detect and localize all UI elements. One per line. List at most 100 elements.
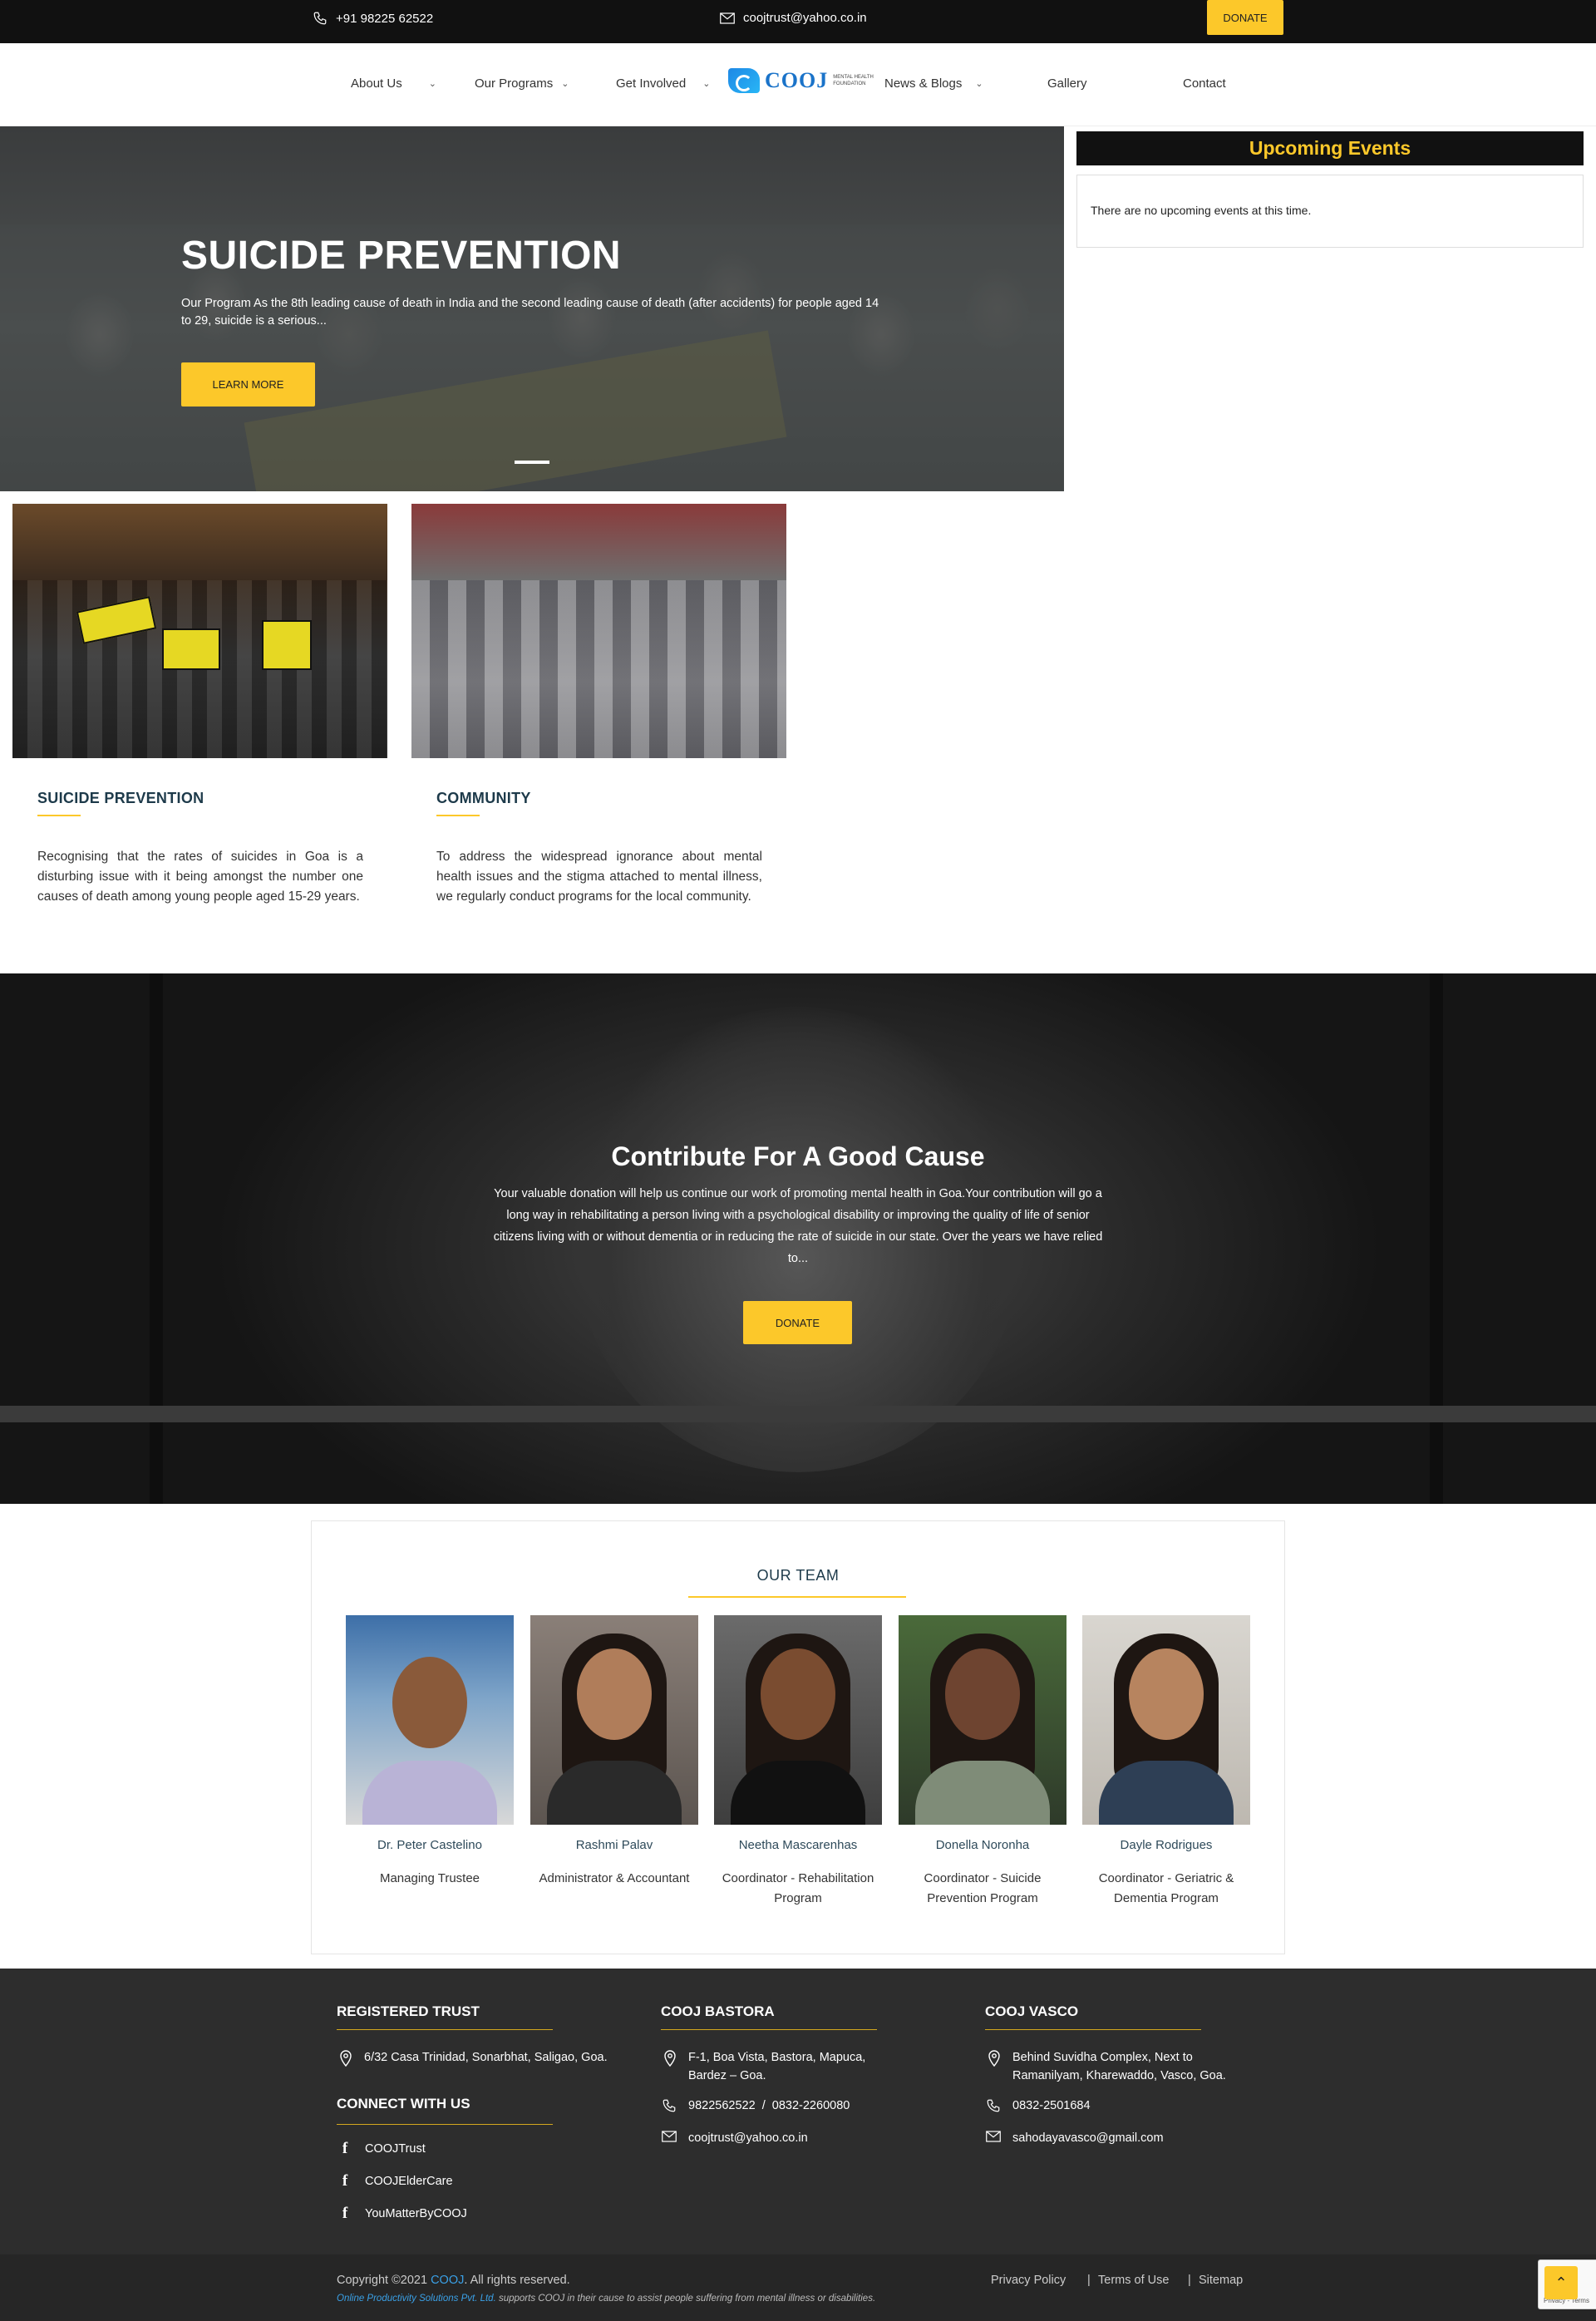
top-bar: +91 98225 62522 coojtrust@yahoo.co.in DO…	[0, 0, 1596, 43]
address-text: F-1, Boa Vista, Bastora, Mapuca, Bardez …	[688, 2051, 866, 2082]
chevron-down-icon: ⌄	[561, 79, 569, 89]
facebook-icon: f	[342, 2172, 348, 2190]
nav-our-programs[interactable]: Our Programs ⌄	[475, 76, 569, 91]
ops-brand-link[interactable]: Online Productivity Solutions Pvt. Ltd.	[337, 2294, 496, 2304]
nav-news-blogs[interactable]: News & Blogs ⌄	[884, 76, 983, 91]
team-member: Donella Noronha Coordinator - Suicide Pr…	[899, 1615, 1066, 1909]
donate-button-top[interactable]: DONATE	[1207, 0, 1283, 35]
team-member-role: Coordinator - Rehabilitation Program	[722, 1871, 874, 1905]
photo-body	[1099, 1761, 1234, 1825]
contribute-title: Contribute For A Good Cause	[611, 1141, 985, 1171]
footer-link-divider: |	[1087, 2274, 1091, 2287]
facebook-link[interactable]: f COOJElderCare	[337, 2172, 453, 2190]
facebook-link[interactable]: f COOJTrust	[337, 2140, 426, 2158]
footer-registered-address: 6/32 Casa Trinidad, Sonarbhat, Saligao, …	[339, 2048, 655, 2072]
team-member-role: Administrator & Accountant	[539, 1871, 690, 1885]
team-member-name: Neetha Mascarenhas	[738, 1838, 858, 1852]
scroll-to-top-button[interactable]: ⌃	[1544, 2266, 1578, 2299]
nav-get-involved[interactable]: Get Involved ⌄	[616, 76, 710, 91]
upcoming-events-empty: There are no upcoming events at this tim…	[1076, 175, 1584, 248]
footer: REGISTERED TRUST 6/32 Casa Trinidad, Son…	[0, 1969, 1596, 2254]
team-member: Rashmi Palav Administrator & Accountant	[530, 1615, 698, 1889]
photo-sign	[162, 628, 220, 670]
footer-vasco-title: COOJ VASCO	[985, 2003, 1079, 2019]
location-pin-icon	[988, 2048, 1001, 2072]
footer-underline	[337, 2124, 553, 2125]
phone-icon	[986, 2097, 1001, 2119]
top-phone[interactable]: +91 98225 62522	[313, 11, 433, 26]
team-member: Neetha Mascarenhas Coordinator - Rehabil…	[714, 1615, 882, 1909]
team-member-name: Dayle Rodrigues	[1120, 1838, 1213, 1852]
slider-indicator[interactable]	[515, 461, 549, 464]
team-photo[interactable]	[530, 1615, 698, 1825]
footer-vasco-email[interactable]: sahodayavasco@gmail.com	[986, 2129, 1164, 2148]
footer-link-terms[interactable]: Terms of Use	[1098, 2274, 1169, 2287]
nav-label: About Us	[351, 76, 402, 91]
team-photo[interactable]	[899, 1615, 1066, 1825]
nav-label: Contact	[1183, 76, 1226, 91]
copyright-suffix: . All rights reserved.	[464, 2274, 570, 2287]
top-email[interactable]: coojtrust@yahoo.co.in	[720, 11, 867, 25]
footer-bastora-email[interactable]: coojtrust@yahoo.co.in	[662, 2129, 808, 2148]
copyright-prefix: Copyright ©2021	[337, 2274, 431, 2287]
team-member-role: Coordinator - Suicide Prevention Program	[924, 1871, 1042, 1905]
mail-icon	[720, 12, 735, 24]
team-photo[interactable]	[1082, 1615, 1250, 1825]
logo-tagline: Mental Health Foundation	[833, 75, 874, 86]
footer-connect-title: CONNECT WITH US	[337, 2096, 470, 2112]
team-photo[interactable]	[346, 1615, 514, 1825]
photo-face	[761, 1648, 835, 1740]
team-photo[interactable]	[714, 1615, 882, 1825]
team-member-name: Donella Noronha	[935, 1838, 1030, 1852]
chevron-up-icon: ⌃	[1554, 2274, 1568, 2291]
learn-more-button[interactable]: LEARN MORE	[181, 362, 315, 407]
photo-body	[731, 1761, 865, 1825]
footer-bastora-phone[interactable]: 9822562522 / 0832-2260080	[662, 2097, 850, 2119]
team-member: Dayle Rodrigues Coordinator - Geriatric …	[1082, 1615, 1250, 1909]
top-email-text: coojtrust@yahoo.co.in	[743, 11, 867, 25]
mail-icon	[662, 2129, 677, 2148]
copyright-brand-link[interactable]: COOJ	[431, 2274, 464, 2287]
program-title-community[interactable]: COMMUNITY	[436, 790, 531, 807]
photo-face	[945, 1648, 1020, 1740]
footer-link-sitemap[interactable]: Sitemap	[1199, 2274, 1243, 2287]
chevron-down-icon: ⌄	[702, 79, 711, 89]
nav-gallery[interactable]: Gallery	[1047, 76, 1087, 91]
photo-face	[1129, 1648, 1204, 1740]
photo-body	[362, 1761, 497, 1825]
facebook-link[interactable]: f YouMatterByCOOJ	[337, 2205, 467, 2223]
phone-icon	[662, 2097, 677, 2119]
team-member-role: Managing Trustee	[379, 1871, 480, 1885]
footer-registered-title: REGISTERED TRUST	[337, 2003, 480, 2019]
footer-underline	[337, 2029, 553, 2030]
program-underline	[436, 815, 480, 816]
top-phone-text: +91 98225 62522	[336, 11, 434, 26]
site-logo[interactable]: COOJ Mental Health Foundation	[728, 68, 879, 93]
program-image-suicide-prevention[interactable]	[12, 504, 387, 758]
email-text: coojtrust@yahoo.co.in	[688, 2131, 808, 2145]
hero-slider: SUICIDE PREVENTION Our Program As the 8t…	[0, 126, 1064, 491]
mail-icon	[986, 2129, 1001, 2148]
contribute-section: Contribute For A Good Cause Your valuabl…	[0, 973, 1596, 1504]
program-image-community[interactable]	[411, 504, 786, 758]
nav-label: Gallery	[1047, 76, 1087, 91]
donate-button[interactable]: DONATE	[743, 1301, 852, 1344]
team-member: Dr. Peter Castelino Managing Trustee	[346, 1615, 514, 1889]
phone-text: 9822562522 / 0832-2260080	[688, 2099, 850, 2112]
program-title-suicide-prevention[interactable]: SUICIDE PREVENTION	[37, 790, 204, 807]
photo-sign	[262, 620, 312, 670]
nav-contact[interactable]: Contact	[1183, 76, 1226, 91]
contribute-text: Your valuable donation will help us cont…	[493, 1187, 1103, 1265]
footer-link-privacy[interactable]: Privacy Policy	[991, 2274, 1066, 2287]
nav-about-us[interactable]: About Us ⌄	[351, 76, 436, 91]
logo-word: COOJ	[765, 68, 829, 92]
team-member-name: Dr. Peter Castelino	[377, 1838, 482, 1852]
program-text-suicide-prevention: Recognising that the rates of suicides i…	[37, 850, 363, 904]
footer-vasco-phone[interactable]: 0832-2501684	[986, 2097, 1091, 2119]
program-underline	[37, 815, 81, 816]
location-pin-icon	[339, 2048, 352, 2072]
photo-face	[577, 1648, 652, 1740]
team-member-role: Coordinator - Geriatric & Dementia Progr…	[1098, 1871, 1234, 1905]
footer-underline	[985, 2029, 1201, 2030]
facebook-icon: f	[342, 2140, 348, 2157]
